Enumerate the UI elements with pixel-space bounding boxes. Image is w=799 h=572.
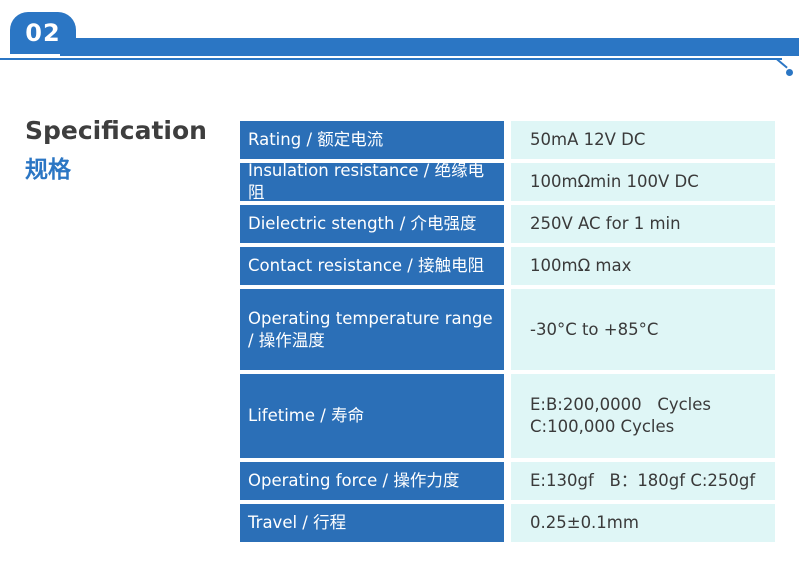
section-title-en: Specification <box>25 116 207 145</box>
spec-row-lifetime: Lifetime / 寿命 E:B:200,0000 Cycles C:100,… <box>240 374 775 458</box>
spec-row-temperature: Operating temperature range / 操作温度 -30°C… <box>240 289 775 370</box>
spec-value: 50mA 12V DC <box>511 121 775 159</box>
spec-label-line: / 操作温度 <box>248 330 325 350</box>
spec-row-travel: Travel / 行程 0.25±0.1mm <box>240 504 775 542</box>
spec-value: E:130gf B：180gf C:250gf <box>511 462 775 500</box>
spec-label: Contact resistance / 接触电阻 <box>240 247 504 285</box>
spec-label: Operating temperature range / 操作温度 <box>240 289 504 370</box>
header-line <box>0 58 782 60</box>
spec-label: Lifetime / 寿命 <box>240 374 504 458</box>
spec-label: Rating / 额定电流 <box>240 121 504 159</box>
section-number-badge: 02 <box>10 12 76 54</box>
header-bar <box>60 38 799 56</box>
spec-value: E:B:200,0000 Cycles C:100,000 Cycles <box>511 374 775 458</box>
spec-value: 100mΩ max <box>511 247 775 285</box>
spec-value: 250V AC for 1 min <box>511 205 775 243</box>
spec-value: -30°C to +85°C <box>511 289 775 370</box>
spec-label: Operating force / 操作力度 <box>240 462 504 500</box>
spec-label-line: Operating temperature range <box>248 308 493 328</box>
spec-value-line: E:B:200,0000 Cycles <box>530 395 712 414</box>
spec-value-line: C:100,000 Cycles <box>530 417 675 436</box>
spec-row-force: Operating force / 操作力度 E:130gf B：180gf C… <box>240 462 775 500</box>
spec-value: 0.25±0.1mm <box>511 504 775 542</box>
spec-label: Dielectric stength / 介电强度 <box>240 205 504 243</box>
spec-row-contact: Contact resistance / 接触电阻 100mΩ max <box>240 247 775 285</box>
spec-label: Travel / 行程 <box>240 504 504 542</box>
spec-label: Insulation resistance / 绝缘电阻 <box>240 161 504 202</box>
spec-row-dielectric: Dielectric stength / 介电强度 250V AC for 1 … <box>240 205 775 243</box>
spec-row-insulation: Insulation resistance / 绝缘电阻 100mΩmin 10… <box>240 161 775 202</box>
section-title-cn: 规格 <box>25 157 71 183</box>
header-dot <box>786 69 793 76</box>
spec-table: Rating / 额定电流 50mA 12V DC Insulation res… <box>240 121 775 546</box>
spec-value: 100mΩmin 100V DC <box>511 163 775 201</box>
spec-row-rating: Rating / 额定电流 50mA 12V DC <box>240 121 775 159</box>
